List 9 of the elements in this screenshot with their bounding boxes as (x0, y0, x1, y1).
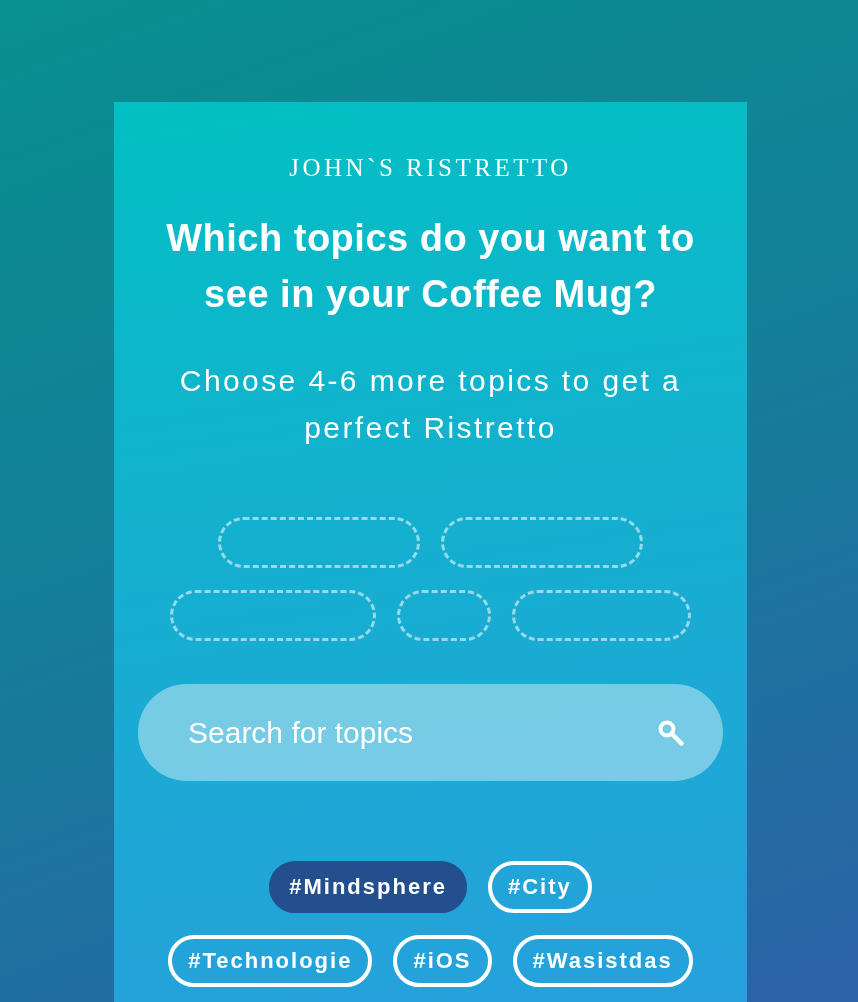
topic-chip[interactable]: #City (487, 861, 592, 913)
topic-chip[interactable]: #iOS (393, 935, 492, 987)
instruction-text: Choose 4-6 more topics to get a perfect Ristretto (178, 363, 683, 446)
topic-chip[interactable]: #Mindsphere (269, 861, 467, 913)
brand-title: JOHN`S RISTRETTO (289, 154, 572, 182)
topic-chip[interactable]: #Wasistdas (512, 935, 693, 987)
question-heading: Which topics do you want to see in your Coffee Mug? (165, 216, 696, 317)
search-icon[interactable] (658, 720, 684, 746)
topic-chip[interactable]: #Technologie (168, 935, 373, 987)
